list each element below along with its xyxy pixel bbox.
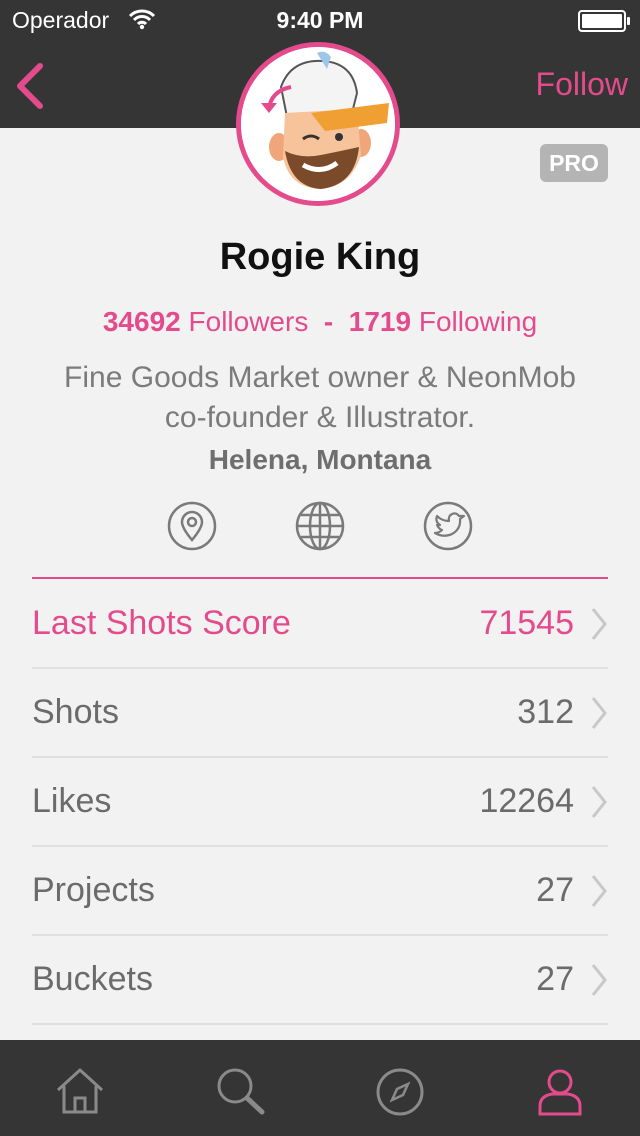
status-bar: Operador 9:40 PM	[0, 0, 640, 40]
row-label: Buckets	[32, 960, 153, 998]
avatar[interactable]	[236, 42, 400, 206]
chevron-right-icon	[591, 608, 607, 640]
row-value: 312	[517, 693, 574, 731]
followers-count: 34692	[102, 306, 181, 337]
row-value: 12264	[479, 782, 574, 820]
list-row-projects[interactable]: Projects 27	[32, 847, 608, 936]
follow-button[interactable]: Follow	[536, 66, 628, 103]
follow-stats: 34692 Followers - 1719 Following	[0, 306, 640, 338]
row-label: Projects	[32, 871, 155, 909]
followers-link[interactable]: 34692 Followers	[103, 306, 308, 337]
followers-label: Followers	[188, 306, 309, 337]
twitter-icon[interactable]	[422, 500, 474, 552]
row-label: Likes	[32, 782, 112, 820]
location-pin-icon[interactable]	[166, 500, 218, 552]
home-icon[interactable]	[50, 1062, 110, 1122]
profile-icon[interactable]	[530, 1062, 590, 1122]
chevron-right-icon	[591, 697, 607, 729]
row-label: Shots	[32, 693, 119, 731]
back-chevron-icon[interactable]	[12, 58, 52, 114]
globe-icon[interactable]	[294, 500, 346, 552]
profile-location: Helena, Montana	[208, 444, 432, 475]
profile-bio: Fine Goods Market owner & NeonMob co-fou…	[64, 361, 576, 434]
battery-icon	[578, 10, 630, 32]
row-label: Last Shots Score	[32, 604, 291, 642]
list-row-likes[interactable]: Likes 12264	[32, 758, 608, 847]
chevron-right-icon	[591, 786, 607, 818]
clock: 9:40 PM	[276, 7, 364, 33]
row-value: 27	[536, 960, 574, 998]
profile-name: Rogie King	[219, 236, 421, 278]
chevron-right-icon	[591, 964, 607, 996]
chevron-right-icon	[591, 875, 607, 907]
following-label: Following	[418, 306, 538, 337]
row-value: 27	[536, 871, 574, 909]
list-row-buckets[interactable]: Buckets 27	[32, 936, 608, 1025]
following-count: 1719	[348, 306, 412, 337]
list-row-last-shots-score[interactable]: Last Shots Score 71545	[32, 580, 608, 669]
stats-separator: -	[323, 306, 334, 337]
search-icon[interactable]	[210, 1062, 270, 1122]
avatar-illustration	[241, 47, 395, 201]
stats-list: Last Shots Score 71545 Shots 312 Likes 1…	[32, 580, 608, 1025]
section-divider	[32, 577, 608, 579]
following-link[interactable]: 1719 Following	[349, 306, 537, 337]
pro-badge: PRO	[540, 144, 608, 182]
compass-icon[interactable]	[370, 1062, 430, 1122]
row-value: 71545	[479, 604, 574, 642]
tab-bar	[0, 1040, 640, 1136]
list-row-shots[interactable]: Shots 312	[32, 669, 608, 758]
